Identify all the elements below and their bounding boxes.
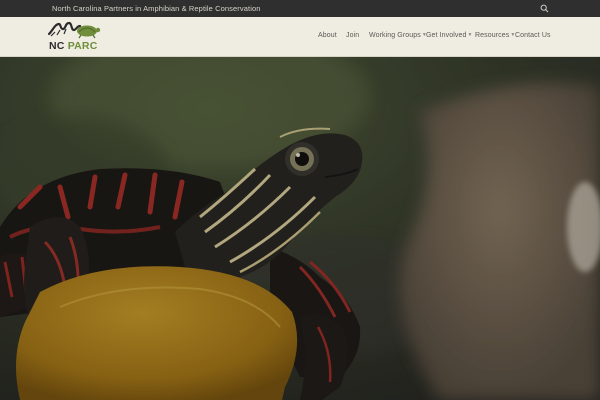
site-tagline: North Carolina Partners in Amphibian & R… [52,4,261,13]
nav-item-label: Resources [475,32,510,39]
chevron-down-icon: ▼ [467,32,473,38]
top-bar: North Carolina Partners in Amphibian & R… [0,0,600,17]
site-header: NC PARC About Join Working Groups▼ Get I… [0,17,600,57]
nav-item-label: About [318,32,337,39]
nav-item-get-involved[interactable]: Get Involved▼ [426,32,473,39]
search-icon[interactable] [540,4,549,13]
nav-item-label: Join [346,32,360,39]
hero-image [0,57,600,400]
main-nav: About Join Working Groups▼ Get Involved▼… [0,32,600,44]
nav-item-resources[interactable]: Resources▼ [475,32,515,39]
nav-item-label: Contact Us [515,32,551,39]
nav-item-about[interactable]: About [318,32,337,39]
nav-item-label: Get Involved [426,32,467,39]
nav-item-contact-us[interactable]: Contact Us [515,32,551,39]
nav-item-label: Working Groups [369,32,421,39]
painted-turtle-photo [0,57,600,400]
nav-item-working-groups[interactable]: Working Groups▼ [369,32,427,39]
nav-item-join[interactable]: Join [346,32,359,39]
